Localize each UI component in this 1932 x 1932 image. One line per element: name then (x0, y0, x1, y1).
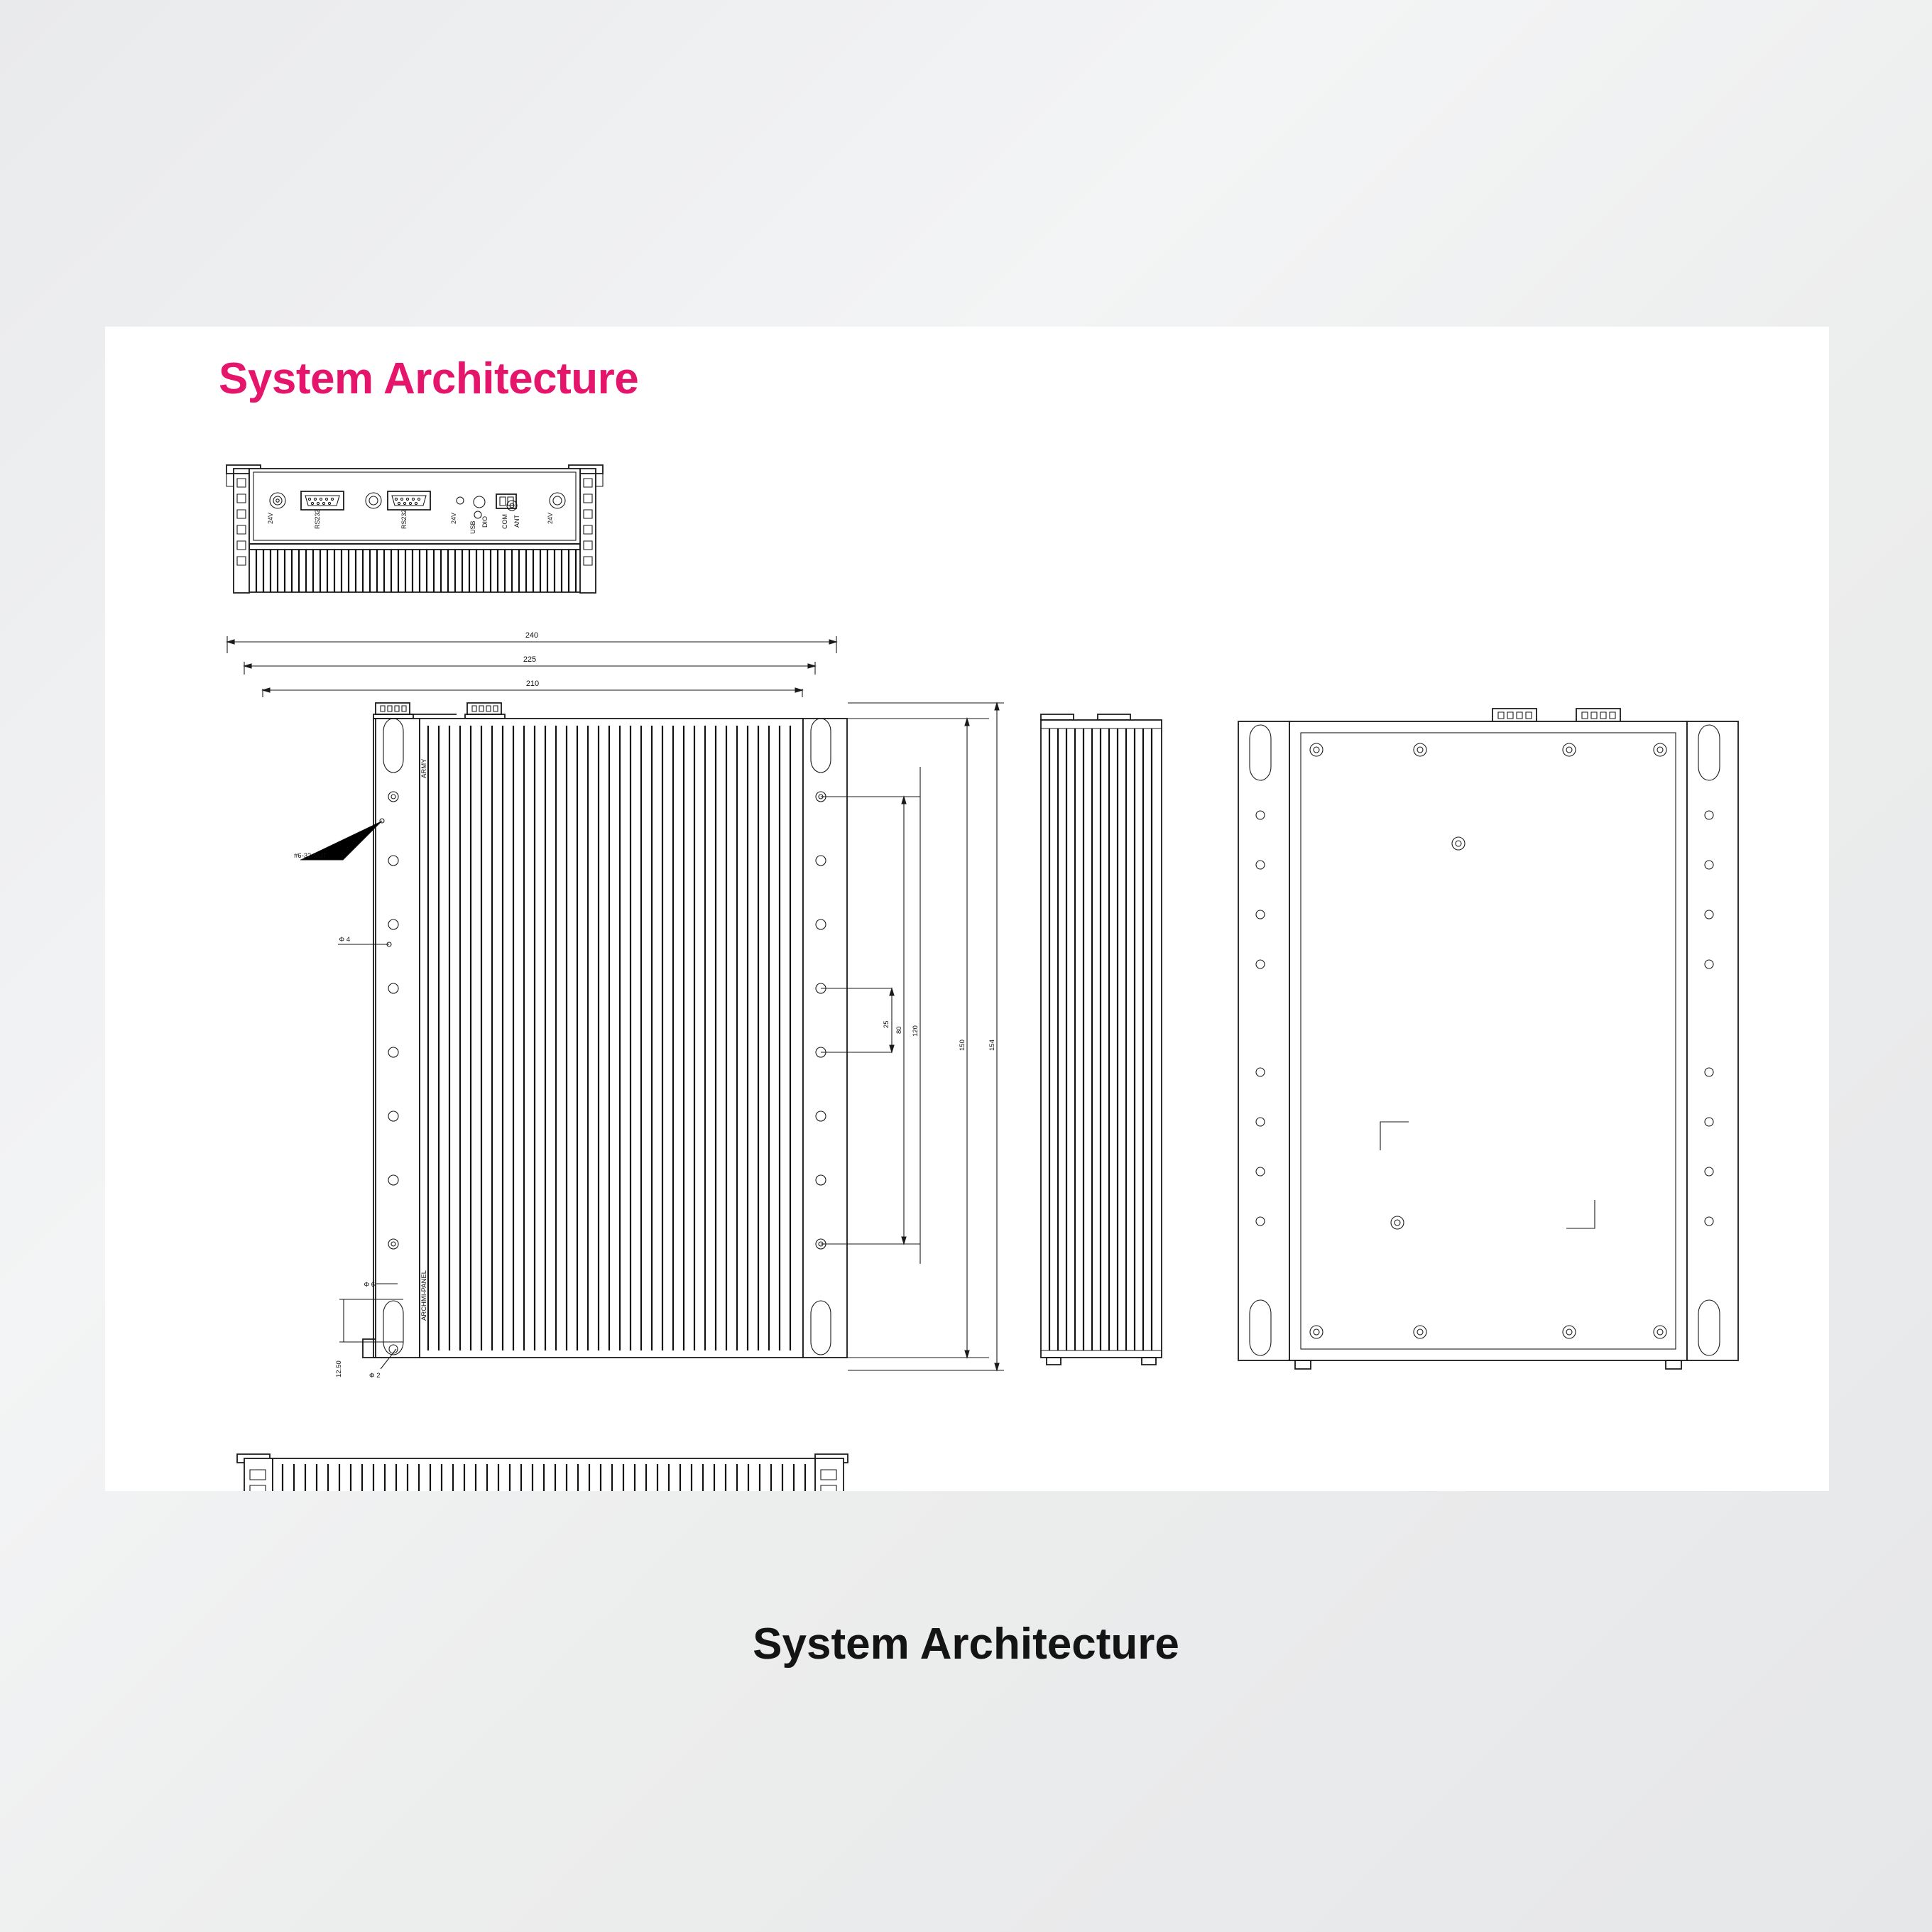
note-text: Φ 2 (369, 1372, 381, 1380)
front-port-label: DIO (481, 516, 489, 528)
figure-caption: System Architecture (753, 1620, 1179, 1669)
dimension-value: 150 (959, 1039, 966, 1051)
front-port-label: 24V (547, 513, 554, 524)
dimension-value: 240 (525, 631, 538, 640)
rear-io-view: DC 24V V+ V- ⏚ USB3 USB3 LAN1 LAN2 LAN3 … (236, 1453, 848, 1491)
front-io-view: 24V RS232 RS232 24V USB DIO COM ANT 24V (226, 464, 604, 594)
front-port-label: COM (501, 514, 508, 529)
brand-mark: ARMY (420, 758, 428, 778)
dimension-value: 210 (526, 680, 539, 688)
front-port-label: RS232 (400, 509, 408, 529)
dimension-value: 154 (988, 1039, 996, 1051)
callout-nut: #6-32 NUT (294, 818, 385, 861)
note-text: Φ 4 (339, 936, 350, 944)
front-port-label: 24V (267, 513, 274, 524)
front-port-label: USB (469, 520, 476, 534)
dimension-240: 240 (226, 631, 838, 653)
note-text: #6-32 NUT (294, 852, 327, 860)
note-text: Φ 6 (364, 1281, 375, 1289)
dimension-value: 80 (895, 1026, 903, 1034)
dimension-value: 12.50 (335, 1360, 343, 1377)
dimension-210: 210 (261, 680, 804, 697)
dimension-154: 154 (848, 702, 1004, 1372)
front-port-label: ANT (513, 514, 520, 528)
brand-mark: ARCHMI-PANEL (420, 1270, 428, 1321)
front-port-label: 24V (450, 513, 457, 524)
dimension-value: 25 (883, 1020, 890, 1028)
dimension-150: 150 (847, 717, 989, 1359)
drawing-sheet: System Architecture 24V RS232 RS232 24V … (105, 327, 1829, 1491)
dimension-225: 225 (243, 655, 817, 675)
dimension-value: 225 (523, 655, 536, 664)
bottom-view (1238, 708, 1739, 1370)
dimension-value: 120 (912, 1025, 919, 1037)
technical-drawing: 24V RS232 RS232 24V USB DIO COM ANT 24V (226, 464, 1739, 1491)
front-port-label: RS232 (314, 509, 321, 529)
top-view: 240 225 210 25 80 120 150 154 #6-32 NUT … (226, 631, 1004, 1380)
side-view (1040, 714, 1162, 1365)
